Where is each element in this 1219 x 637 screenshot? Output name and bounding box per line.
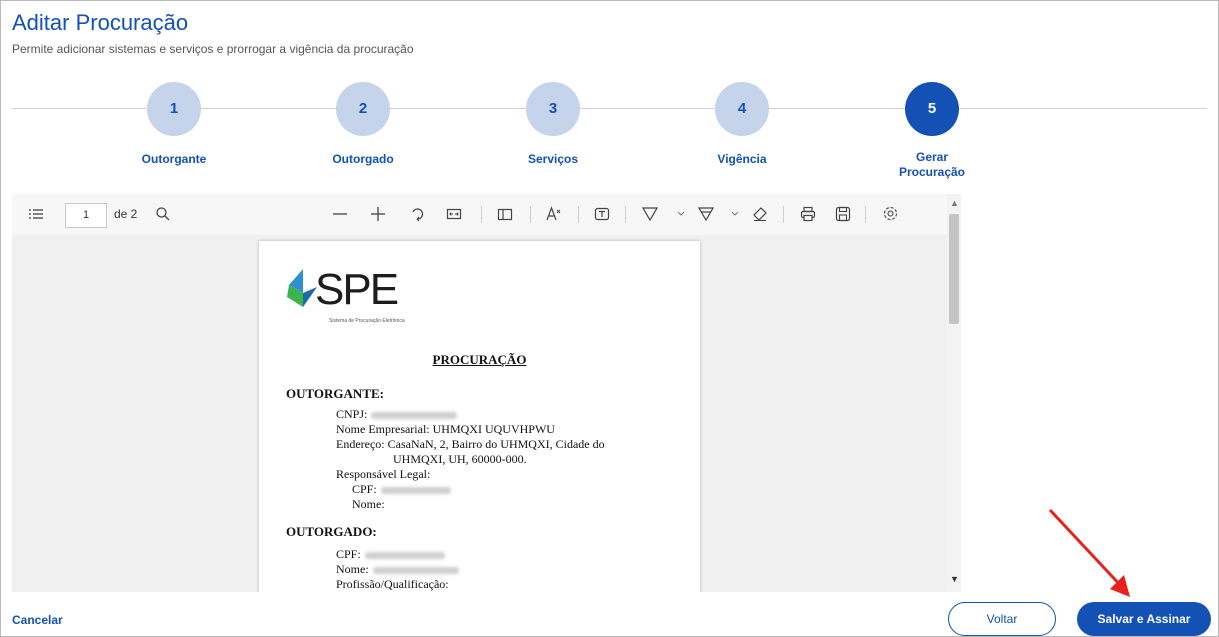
zoom-in-icon[interactable] [370,206,386,222]
responsavel-nome: Nome: [352,497,385,511]
search-icon[interactable] [155,206,171,222]
toolbar-divider [625,206,626,223]
outorgado-cpf-line: CPF: [336,547,445,562]
redacted-value [371,411,458,419]
page-title: Aditar Procuração [12,10,189,35]
settings-icon[interactable] [882,205,899,222]
cnpj-label: CNPJ: [336,407,368,421]
chevron-down-icon[interactable] [730,209,740,219]
step-servicos[interactable]: 3 Serviços [493,82,613,167]
spe-logo-text: SPE [315,265,399,314]
list-icon[interactable] [28,206,44,222]
document-title: PROCURAÇÃO [432,352,527,367]
print-icon[interactable] [800,206,816,222]
partial-line: Profissão/Qualificação: [336,577,449,591]
step-label: Serviços [527,152,579,166]
draw-icon[interactable] [642,206,658,222]
annotation-arrow-icon [1048,508,1130,597]
zoom-out-icon[interactable] [332,206,348,222]
toolbar-divider [481,206,482,223]
cpf-label: CPF: [336,547,361,561]
scroll-down-icon[interactable]: ▼ [950,574,959,584]
endereco-line-2: UHMQXI, UH, 60000-000. [393,452,527,466]
outorgante-heading: OUTORGANTE: [286,386,384,401]
page-view-icon[interactable] [497,206,513,222]
rotate-icon[interactable] [409,206,425,222]
save-and-sign-button[interactable]: Salvar e Assinar [1077,602,1211,636]
step-label: Outorgado [332,152,394,166]
step-number: 4 [715,82,769,136]
toolbar-divider [783,206,784,223]
chevron-down-icon[interactable] [676,209,686,219]
scroll-thumb[interactable] [949,214,959,324]
toolbar-divider [865,206,866,223]
nome-label: Nome: [336,562,369,576]
responsavel-cpf-line: CPF: [352,482,451,497]
step-number: 1 [147,82,201,136]
eraser-icon[interactable] [752,206,768,222]
pdf-viewer: 1 de 2 SPE Sistema de Procuração Eletrôn… [12,194,961,592]
step-vigencia[interactable]: 4 Vigência [682,82,802,167]
text-box-icon[interactable] [594,206,610,222]
scroll-up-icon[interactable]: ▲ [950,198,959,208]
redacted-value [364,551,445,559]
page-subtitle: Permite adicionar sistemas e serviços e … [12,42,414,56]
responsavel-legal: Responsável Legal: [336,467,431,481]
toolbar-divider [578,206,579,223]
page-count: de 2 [114,207,138,221]
pdf-toolbar: 1 de 2 [12,194,961,235]
outorgado-heading: OUTORGADO: [286,524,377,539]
pdf-page: SPE Sistema de Procuração Eletrônica PRO… [259,241,700,592]
spe-logo-subtitle: Sistema de Procuração Eletrônica [329,318,405,324]
toolbar-divider [530,206,531,223]
save-icon[interactable] [835,206,851,222]
text-size-icon[interactable] [546,206,564,222]
endereco-line-1: Endereço: CasaNaN, 2, Bairro do UHMQXI, … [336,437,605,451]
outorgado-nome-line: Nome: [336,562,459,577]
nome-empresarial: Nome Empresarial: UHMQXI UQUVHPWU [336,422,555,436]
redacted-value [372,566,459,574]
fit-width-icon[interactable] [446,206,462,222]
cnpj-line: CNPJ: [336,407,458,422]
back-button[interactable]: Voltar [948,602,1056,636]
page-number-input[interactable]: 1 [65,203,107,228]
step-outorgante[interactable]: 1 Outorgante [114,82,234,167]
step-number: 2 [336,82,390,136]
step-gerar-procuracao[interactable]: 5 Gerar Procuração [872,82,992,180]
step-outorgado[interactable]: 2 Outorgado [303,82,423,167]
highlight-icon[interactable] [698,206,714,222]
step-number: 5 [905,82,959,136]
cancel-link[interactable]: Cancelar [12,613,63,627]
step-label: Outorgante [141,152,207,166]
cpf-label: CPF: [352,482,377,496]
step-label: Gerar Procuração [898,150,966,179]
step-label: Vigência [717,152,767,166]
redacted-value [380,486,451,494]
viewer-scrollbar[interactable]: ▲ ▼ [947,194,961,592]
step-number: 3 [526,82,580,136]
